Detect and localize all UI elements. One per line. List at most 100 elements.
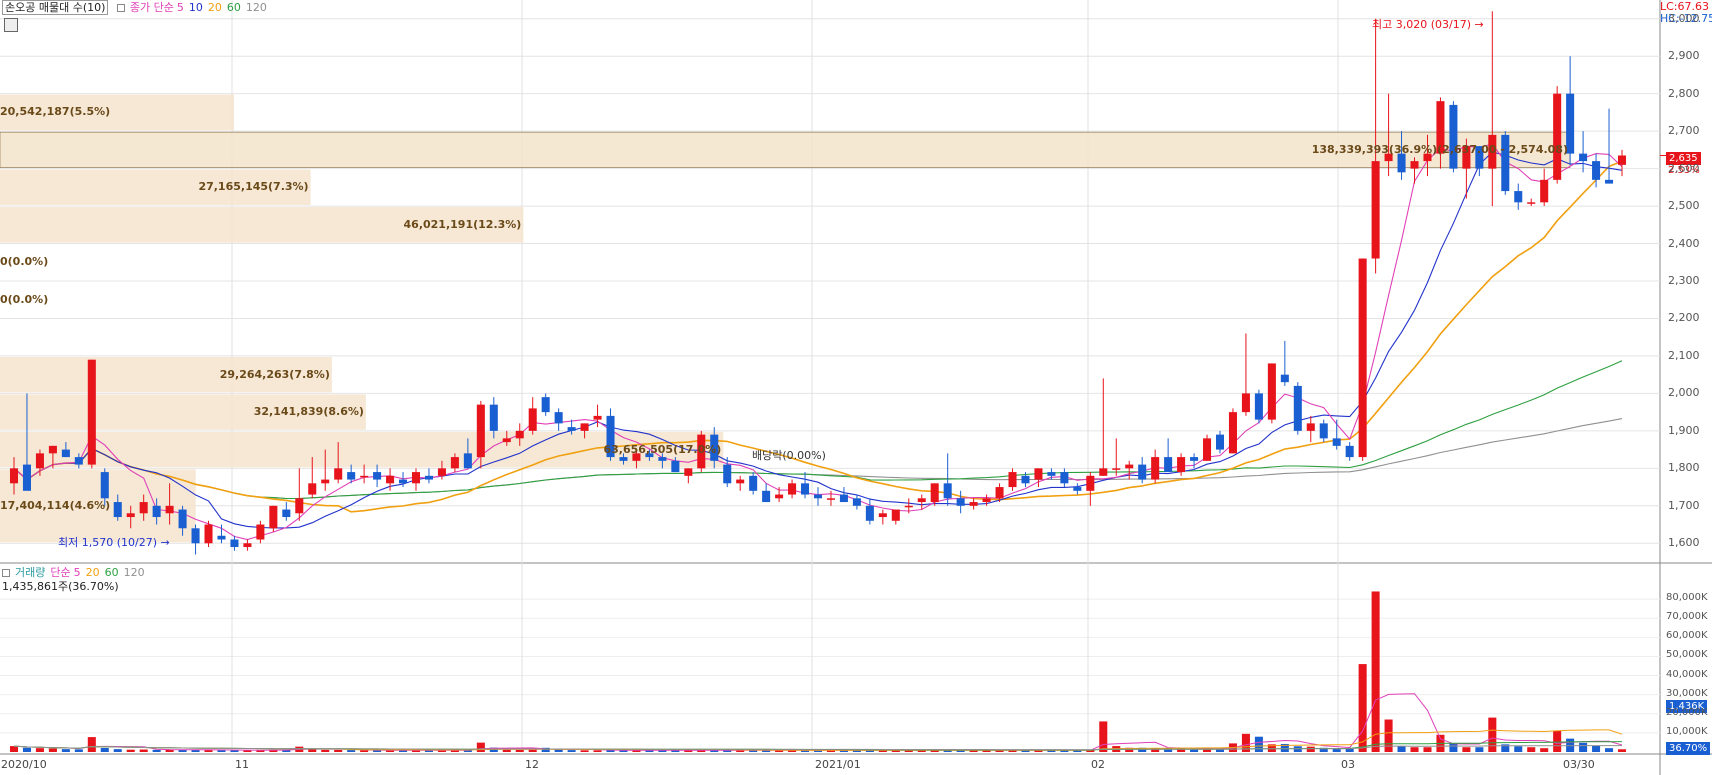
- candle-body: [230, 539, 239, 548]
- candle-body: [943, 483, 952, 499]
- volume-tick-label: 20,000K: [1666, 706, 1708, 718]
- volume-bar: [347, 750, 356, 752]
- volume-bar: [1462, 747, 1471, 752]
- volume-bar: [87, 737, 96, 752]
- candle-body: [191, 528, 200, 544]
- price-tick-label: 2,500: [1668, 199, 1700, 213]
- volume-bar: [100, 747, 109, 752]
- candle-body: [139, 502, 148, 514]
- candle-body: [1371, 161, 1380, 259]
- candle-body: [48, 445, 57, 454]
- price-tick-label: 1,600: [1668, 536, 1700, 550]
- candle-body: [399, 479, 408, 484]
- candle-body: [917, 498, 926, 503]
- volume-bar: [476, 742, 485, 752]
- volume-bar: [1527, 747, 1536, 752]
- ma10-period: 10: [188, 1, 203, 14]
- volume-profile-label: 46,021,191(12.3%): [403, 217, 522, 231]
- candle-body: [1151, 457, 1160, 480]
- volume-bar: [515, 749, 524, 752]
- price-tick-label: 2,300: [1668, 274, 1700, 287]
- stock-chart[interactable]: [0, 0, 1712, 775]
- candle-body: [930, 483, 939, 503]
- volume-tick-label: 50,000K: [1666, 649, 1708, 661]
- candle-body: [1190, 457, 1199, 461]
- ma5-period: 5: [176, 1, 184, 14]
- volume-profile-title[interactable]: 손오공 매물대 수(10): [2, 0, 109, 15]
- volume-bar: [74, 749, 83, 752]
- grid-toggle-icon[interactable]: [4, 18, 18, 32]
- price-tick-label: 2,100: [1668, 348, 1700, 362]
- volume-bar: [1579, 742, 1588, 752]
- dividend-annotation: 배당락(0.00%): [752, 449, 826, 462]
- candle-body: [1073, 487, 1082, 491]
- candle-body: [1241, 393, 1250, 413]
- arrow-right-icon: →: [1474, 18, 1484, 31]
- candle-body: [1254, 393, 1263, 420]
- volume-profile-label: 27,165,145(7.3%): [198, 180, 309, 194]
- candle-body: [178, 509, 187, 529]
- candle-body: [126, 513, 135, 518]
- volume-bar: [1605, 748, 1614, 752]
- candle-body: [580, 423, 589, 431]
- volume-bar: [360, 750, 369, 752]
- vol-ma120-period: 120: [123, 566, 145, 579]
- candle-body: [386, 475, 395, 484]
- candle-body: [1125, 464, 1134, 469]
- volume-bar: [9, 746, 19, 752]
- candle-body: [1605, 179, 1614, 184]
- candle-body: [243, 543, 252, 548]
- candle-body: [541, 397, 550, 413]
- volume-bar: [22, 747, 31, 752]
- volume-profile-label: 63,656,505(17.0%): [603, 442, 722, 456]
- volume-profile-label: 29,264,263(7.8%): [219, 367, 330, 381]
- candle-body: [165, 505, 174, 514]
- price-tick-label: 2,900: [1668, 49, 1700, 63]
- candle-body: [502, 438, 511, 443]
- volume-bar: [1553, 730, 1562, 752]
- volume-bar: [1384, 719, 1393, 752]
- low-annotation: 최저 1,570 (10/27) →: [58, 534, 170, 550]
- volume-bar: [1514, 746, 1523, 752]
- candle-body: [334, 468, 343, 480]
- volume-settings-icon[interactable]: [2, 569, 10, 577]
- volume-tick-label: 40,000K: [1666, 668, 1708, 680]
- candle-body: [269, 505, 278, 529]
- candle-body: [321, 479, 330, 484]
- candle-body: [736, 479, 745, 484]
- price-tick-label: 2,700: [1668, 124, 1700, 138]
- candle-body: [554, 412, 563, 424]
- candle-body: [450, 457, 459, 469]
- candle-body: [956, 498, 965, 506]
- candle-body: [347, 472, 356, 480]
- candle-body: [1164, 457, 1173, 473]
- price-tick-label: 2,000: [1668, 386, 1700, 400]
- candle-body: [865, 505, 874, 521]
- volume-bar: [35, 748, 44, 752]
- candle-body: [1021, 475, 1030, 484]
- volume-bar: [567, 750, 576, 752]
- high-annotation: 최고 3,020 (03/17) →: [1372, 16, 1484, 32]
- price-tick-label: 3,000: [1668, 11, 1700, 25]
- volume-bar: [1306, 746, 1315, 752]
- volume-bar: [593, 750, 602, 752]
- candle-body: [839, 494, 848, 503]
- price-tick-label: 2,400: [1668, 236, 1700, 250]
- candle-body: [1203, 438, 1212, 461]
- vol-ma20-period: 20: [85, 566, 100, 579]
- date-tick-label: 12: [525, 758, 539, 771]
- candle-body: [801, 483, 810, 495]
- candle-body: [22, 464, 31, 491]
- candle-body: [762, 490, 771, 503]
- date-tick-label: 2020/10: [1, 758, 47, 771]
- candle-body: [1099, 468, 1108, 476]
- candle-body: [1138, 464, 1147, 480]
- candle-body: [308, 483, 317, 495]
- ma-settings-icon[interactable]: [116, 4, 125, 12]
- volume-tick-label: 30,000K: [1666, 687, 1708, 699]
- candle-body: [1008, 472, 1017, 488]
- candle-body: [35, 453, 44, 469]
- candle-body: [152, 505, 161, 518]
- candle-body: [826, 498, 835, 500]
- candle-body: [437, 468, 446, 476]
